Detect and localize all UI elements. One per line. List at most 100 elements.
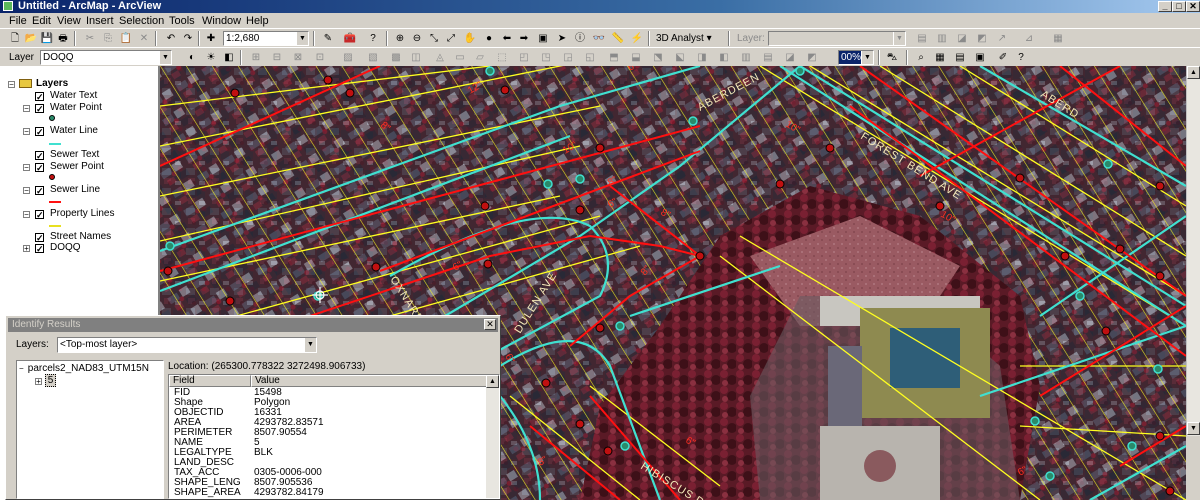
3d-layer-combo[interactable]: ▼ (768, 31, 906, 46)
georef-tool-icon[interactable]: ▧ (365, 50, 381, 65)
find-binoculars-icon[interactable]: 👓 (591, 31, 607, 46)
document-icon[interactable]: ▣ (972, 50, 988, 65)
save-icon[interactable]: 💾 (39, 31, 55, 46)
field-column-header[interactable]: Field (169, 375, 251, 387)
georef-tool-icon[interactable]: ◬ (432, 50, 448, 65)
open-folder-icon[interactable]: 📂 (23, 31, 39, 46)
arctoolbox-icon[interactable]: 🧰 (342, 31, 358, 46)
3d-tool-icon[interactable]: ◪ (954, 31, 970, 46)
georef-tool-icon[interactable]: ▤ (760, 50, 776, 65)
georef-tool-icon[interactable]: ⬔ (650, 50, 666, 65)
zoom-out-icon[interactable]: ⊖ (409, 31, 425, 46)
3d-tool-icon[interactable]: ▦ (1050, 31, 1066, 46)
close-button[interactable]: ✕ (1186, 1, 1200, 12)
georef-tool-icon[interactable]: ▭ (452, 50, 468, 65)
3d-tool-icon[interactable]: ⊿ (1021, 31, 1037, 46)
georef-tool-icon[interactable]: ⊟ (269, 50, 285, 65)
chevron-down-icon[interactable]: ▼ (159, 51, 171, 64)
georef-tool-icon[interactable]: ◲ (560, 50, 576, 65)
identify-icon[interactable]: ⓘ (572, 31, 588, 46)
select-elements-pointer-icon[interactable]: ➤ (554, 31, 570, 46)
editor-toolbar-icon[interactable]: ✎ (320, 31, 336, 46)
tool-icon[interactable]: ✐ (995, 50, 1011, 65)
georef-tool-icon[interactable]: ▨ (340, 50, 356, 65)
menu-view[interactable]: View (57, 14, 81, 28)
georef-tool-icon[interactable]: ◩ (804, 50, 820, 65)
layer-visibility-checkbox[interactable]: ✓ (35, 127, 44, 137)
menu-window[interactable]: Window (202, 14, 241, 28)
georef-tool-icon[interactable]: ◪ (782, 50, 798, 65)
redo-icon[interactable]: ↷ (180, 31, 196, 46)
3d-tool-icon[interactable]: ▥ (934, 31, 950, 46)
add-data-icon[interactable]: ✚ (203, 31, 219, 46)
georef-tool-icon[interactable]: ▱ (472, 50, 488, 65)
undo-icon[interactable]: ↶ (163, 31, 179, 46)
expand-icon[interactable]: + (35, 378, 42, 386)
identify-title-bar[interactable]: Identify Results ✕ (8, 318, 498, 332)
pan-hand-icon[interactable]: ✋ (462, 31, 478, 46)
paste-icon[interactable]: 📋 (118, 31, 134, 46)
3d-analyst-menu[interactable]: 3D Analyst ▾ (656, 32, 712, 45)
3d-tool-icon[interactable]: ▤ (914, 31, 930, 46)
menu-edit[interactable]: Edit (32, 14, 51, 28)
chevron-down-icon[interactable]: ▼ (893, 32, 905, 45)
back-extent-arrow-icon[interactable]: ⬅ (499, 31, 515, 46)
collapse-icon[interactable]: − (23, 164, 30, 172)
menu-tools[interactable]: Tools (169, 14, 195, 28)
georef-tool-icon[interactable]: ⊡ (312, 50, 328, 65)
georef-tool-icon[interactable]: ⬒ (606, 50, 622, 65)
scroll-up-arrow-icon[interactable]: ▲ (1187, 66, 1200, 79)
map-vertical-scrollbar[interactable]: ▲ ▼ (1186, 66, 1200, 436)
georef-tool-icon[interactable]: ⬕ (672, 50, 688, 65)
maximize-button[interactable]: □ (1172, 1, 1186, 12)
cut-icon[interactable]: ✂ (82, 31, 98, 46)
print-icon[interactable]: 🖶 (55, 31, 71, 46)
georef-tool-icon[interactable]: ◳ (538, 50, 554, 65)
new-document-icon[interactable]: 🗋 (7, 31, 23, 46)
layer-visibility-checkbox[interactable]: ✓ (35, 210, 44, 220)
copy-icon[interactable]: ⎘ (100, 31, 116, 46)
identify-close-button[interactable]: ✕ (484, 319, 496, 330)
georef-tool-icon[interactable]: ⊞ (248, 50, 264, 65)
menu-insert[interactable]: Insert (86, 14, 114, 28)
zoom-in-icon[interactable]: ⊕ (392, 31, 408, 46)
menu-file[interactable]: File (9, 14, 27, 28)
georef-tool-icon[interactable]: ▩ (388, 50, 404, 65)
menu-selection[interactable]: Selection (119, 14, 164, 28)
tree-root-item[interactable]: − parcels2_NAD83_UTM15N (19, 363, 149, 374)
georef-tool-icon[interactable]: ◨ (694, 50, 710, 65)
spatial-search-icon[interactable]: ⌕ (913, 50, 929, 65)
georef-tool-icon[interactable]: ◰ (516, 50, 532, 65)
table-icon[interactable]: ▤ (952, 50, 968, 65)
transparency-icon[interactable]: ◧ (221, 50, 237, 65)
value-column-header[interactable]: Value (251, 375, 487, 387)
collapse-icon[interactable]: − (8, 81, 15, 89)
layer-visibility-checkbox[interactable]: ✓ (35, 244, 44, 254)
3d-tool-icon[interactable]: ↗ (994, 31, 1010, 46)
georef-tool-icon[interactable]: ⬚ (494, 50, 510, 65)
collapse-icon[interactable]: − (23, 187, 30, 195)
georef-tool-icon[interactable]: ⬓ (628, 50, 644, 65)
tree-child-item[interactable]: + 5 (35, 374, 57, 387)
layer-properties-icon[interactable]: ▦ (932, 50, 948, 65)
layer-visibility-checkbox[interactable]: ✓ (35, 233, 44, 243)
hyperlink-lightning-icon[interactable]: ⚡ (629, 31, 645, 46)
forward-extent-arrow-icon[interactable]: ➡ (516, 31, 532, 46)
chevron-down-icon[interactable]: ▼ (296, 32, 308, 45)
menu-help[interactable]: Help (246, 14, 269, 28)
georef-tool-icon[interactable]: ⊠ (290, 50, 306, 65)
select-features-icon[interactable]: ▣ (535, 31, 551, 46)
collapse-icon[interactable]: − (23, 105, 30, 113)
transparency-percent-combo[interactable]: 00% ▼ (838, 50, 874, 65)
grid-vertical-scrollbar[interactable]: ▲ (486, 375, 499, 498)
scroll-down-arrow-icon[interactable]: ▼ (1187, 422, 1200, 435)
scroll-up-arrow-icon[interactable]: ▲ (486, 375, 499, 388)
fixed-zoom-in-icon[interactable]: ⤡ (426, 31, 442, 46)
layer-visibility-checkbox[interactable]: ✓ (35, 151, 44, 161)
whats-this-icon[interactable]: ? (365, 31, 381, 46)
collapse-icon[interactable]: − (23, 211, 30, 219)
georef-tool-icon[interactable]: ◫ (408, 50, 424, 65)
identify-layers-combo[interactable]: <Top-most layer> ▼ (57, 337, 317, 353)
layer-visibility-checkbox[interactable]: ✓ (35, 163, 44, 173)
full-extent-globe-icon[interactable]: ● (481, 31, 497, 46)
